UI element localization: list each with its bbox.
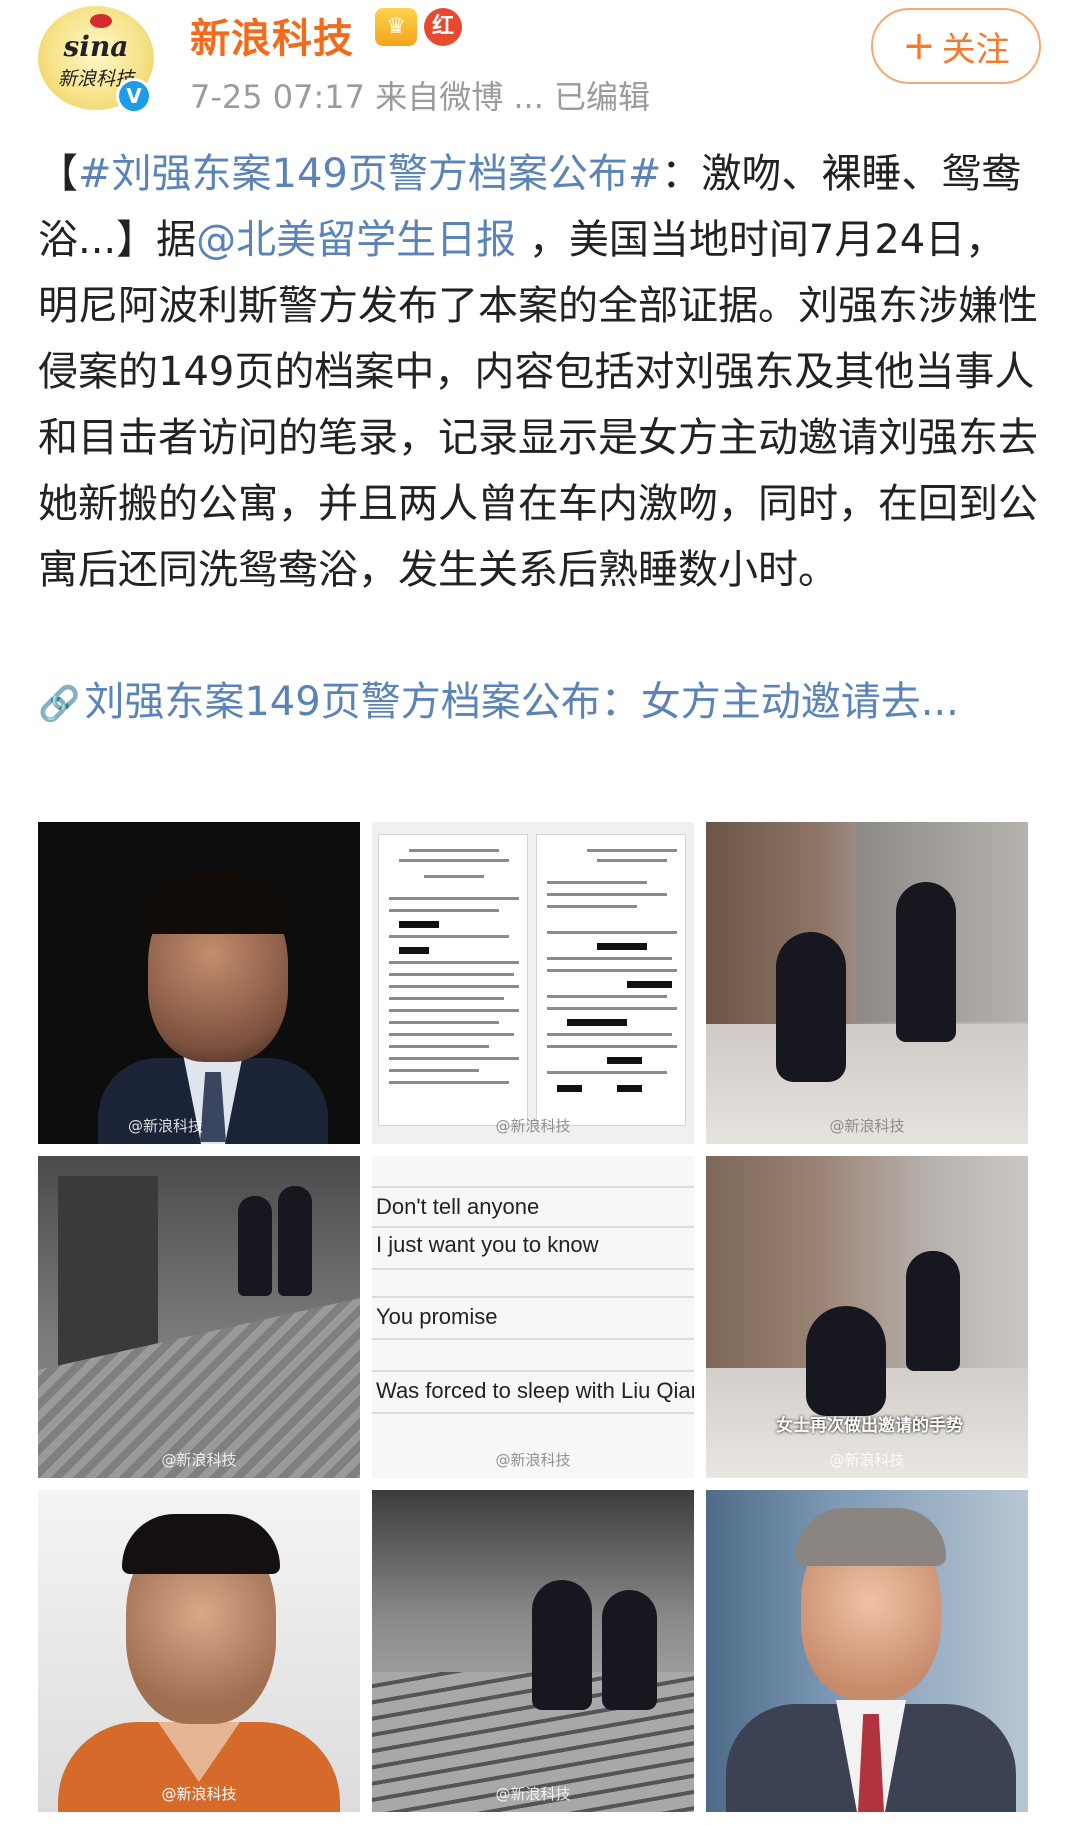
person-man — [896, 882, 956, 1042]
article-link[interactable]: 🔗 刘强东案149页警方档案公布：女方主动邀请去... — [38, 669, 1048, 737]
message-line: I just want you to know — [376, 1232, 599, 1257]
link-icon: 🔗 — [38, 684, 81, 724]
avatar-logo-top: sina — [63, 30, 129, 63]
verified-badge-icon: V — [116, 78, 152, 114]
headline-open-bracket: 【 — [38, 151, 78, 197]
follow-label: 关注 — [941, 29, 1010, 70]
photo-5-text-messages[interactable]: Don't tell anyone I just want you to kno… — [372, 1156, 694, 1478]
door-frame — [58, 1176, 158, 1376]
photo-8-stairs[interactable]: @新浪科技 — [372, 1490, 694, 1812]
photo-6-elevator[interactable]: 女士再次做出邀请的手势 @新浪科技 — [706, 1156, 1028, 1478]
photo-3-elevator[interactable]: @新浪科技 — [706, 822, 1028, 1144]
photo-grid: @新浪科技 @新浪科技 @新浪科技 @新浪科技 Don't tell anyon… — [38, 822, 1042, 1825]
watermark: @新浪科技 — [495, 1785, 571, 1803]
account-name[interactable]: 新浪科技 — [190, 6, 354, 64]
person-woman — [238, 1196, 272, 1296]
watermark: @新浪科技 — [161, 1451, 237, 1469]
photo-2-documents[interactable]: @新浪科技 — [372, 822, 694, 1144]
watermark: @新浪科技 — [829, 1451, 905, 1469]
post-header: sina 新浪科技 V 新浪科技 ♛ 红 7-25 07:17 来自微博 ...… — [0, 0, 1080, 130]
person-woman — [806, 1306, 886, 1416]
photo-9-businessman[interactable] — [706, 1490, 1028, 1812]
photo-4-hallway[interactable]: @新浪科技 — [38, 1156, 360, 1478]
plus-icon: + — [902, 23, 936, 69]
person-man — [278, 1186, 312, 1296]
hair-shape — [796, 1508, 946, 1566]
sina-eye-logo-icon — [90, 14, 112, 28]
hair-shape — [122, 1514, 280, 1574]
document-page-2 — [536, 834, 686, 1126]
post-body: ，美国当地时间7月24日， 明尼阿波利斯警方发布了本案的全部证据。刘强东涉嫌性侵… — [38, 217, 1038, 593]
vip-crown-icon: ♛ — [375, 8, 417, 46]
document-page-1 — [378, 834, 528, 1126]
article-link-text: 刘强东案149页警方档案公布：女方主动邀请去... — [84, 679, 959, 725]
post-text: 【#刘强东案149页警方档案公布#：激吻、裸睡、鸳鸯浴...】据@北美留学生日报… — [38, 141, 1048, 603]
photo-1-portrait[interactable]: @新浪科技 — [38, 822, 360, 1144]
mention-link[interactable]: @北美留学生日报 — [196, 217, 516, 263]
watermark: @新浪科技 — [161, 1785, 237, 1803]
person-woman — [776, 932, 846, 1082]
person-man — [906, 1251, 960, 1371]
red-member-badge-icon: 红 — [424, 8, 462, 46]
hashtag-link[interactable]: #刘强东案149页警方档案公布# — [78, 151, 661, 197]
photo-7-mugshot[interactable]: @新浪科技 — [38, 1490, 360, 1812]
watermark: @新浪科技 — [495, 1117, 571, 1135]
hair-shape — [143, 874, 293, 934]
watermark: @新浪科技 — [829, 1117, 905, 1135]
message-line: Was forced to sleep with Liu Qian — [376, 1378, 694, 1403]
watermark: @新浪科技 — [128, 1117, 204, 1135]
person-woman — [602, 1590, 657, 1710]
post-meta: 7-25 07:17 来自微博 ... 已编辑 — [190, 78, 651, 116]
watermark: @新浪科技 — [495, 1451, 571, 1469]
follow-button[interactable]: + 关注 — [871, 8, 1041, 84]
message-line: You promise — [376, 1304, 498, 1329]
person-man — [532, 1580, 592, 1710]
message-line: Don't tell anyone — [376, 1194, 540, 1219]
video-caption: 女士再次做出邀请的手势 — [776, 1416, 963, 1436]
